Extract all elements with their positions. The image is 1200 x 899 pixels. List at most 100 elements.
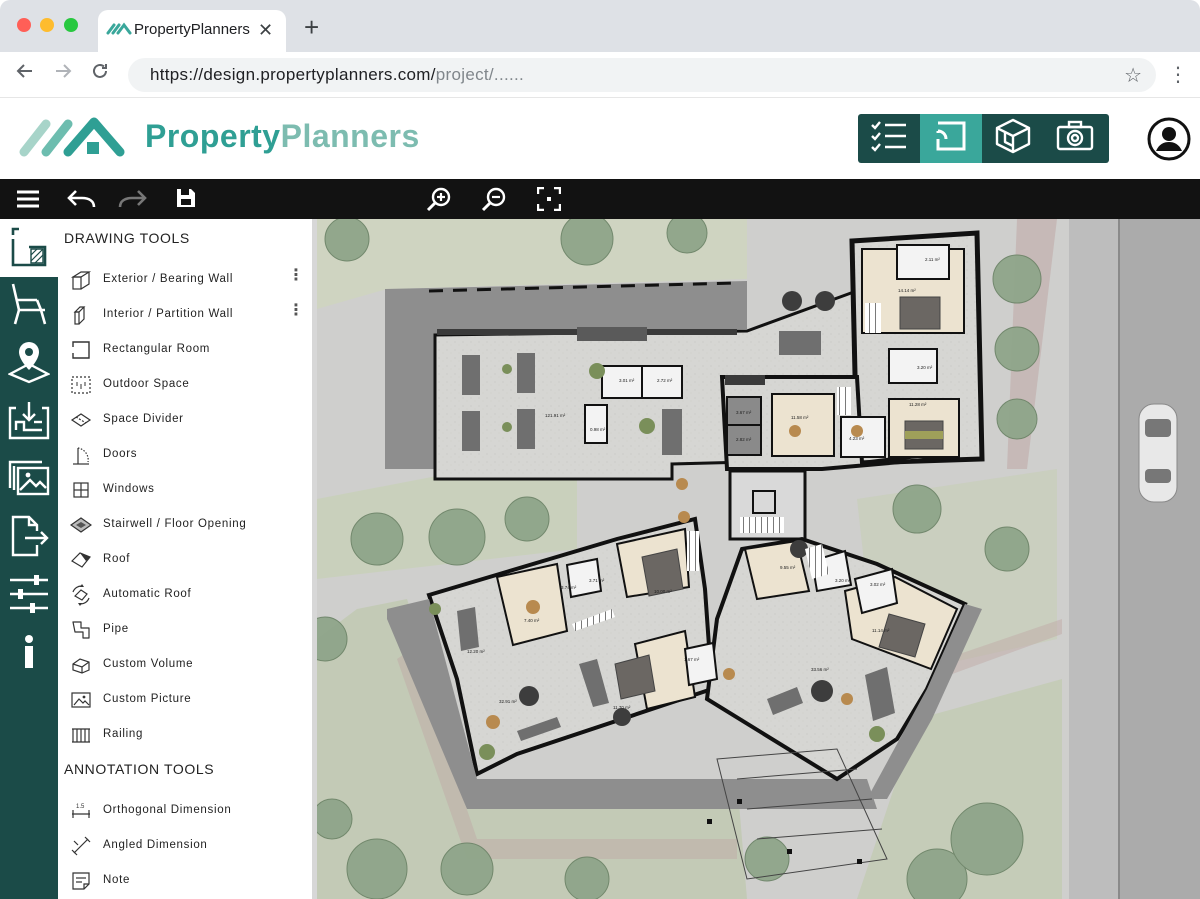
tool-interior-wall[interactable]: Interior / Partition Wall ⋮ — [70, 303, 310, 327]
interior-wall-icon — [70, 304, 92, 326]
rail-location-button[interactable] — [0, 335, 58, 393]
undo-icon[interactable] — [66, 187, 96, 216]
fit-screen-icon[interactable] — [536, 186, 562, 216]
window-maximize-button[interactable] — [64, 18, 78, 32]
back-arrow-icon[interactable] — [16, 62, 34, 84]
svg-text:121.91 m²: 121.91 m² — [545, 413, 566, 418]
bookmark-star-icon[interactable]: ☆ — [1124, 63, 1142, 88]
rail-furniture-button[interactable] — [0, 277, 58, 335]
camera-view-button[interactable] — [1044, 114, 1106, 163]
menu-icon[interactable] — [16, 187, 40, 216]
tool-space-divider[interactable]: Space Divider — [70, 408, 310, 432]
settings-sliders-icon — [8, 574, 50, 619]
tab-close-icon[interactable]: ✕ — [258, 20, 273, 41]
window-minimize-button[interactable] — [40, 18, 54, 32]
interior-wall-more-icon[interactable]: ⋮ — [288, 303, 304, 319]
rail-settings-button[interactable] — [0, 567, 58, 625]
tool-custom-picture[interactable]: Custom Picture — [70, 688, 310, 712]
forward-arrow-icon[interactable] — [54, 62, 72, 84]
exterior-wall-more-icon[interactable]: ⋮ — [288, 268, 304, 284]
export-icon — [9, 515, 49, 562]
camera-icon — [1055, 120, 1095, 157]
svg-text:2.11 m²: 2.11 m² — [925, 257, 940, 262]
editor-toolbar — [0, 179, 1200, 219]
rail-import-plan-button[interactable] — [0, 393, 58, 451]
reload-icon[interactable] — [91, 62, 109, 84]
browser-tab[interactable]: PropertyPlanners ✕ — [98, 10, 286, 52]
svg-text:3.67 m²: 3.67 m² — [736, 410, 752, 415]
tool-orthogonal-dimension[interactable]: 1.5 Orthogonal Dimension — [70, 799, 310, 823]
brand-logo-icon — [16, 116, 126, 163]
rail-images-button[interactable] — [0, 451, 58, 509]
new-tab-icon[interactable]: + — [304, 14, 319, 40]
custom-picture-icon — [70, 689, 92, 711]
tool-automatic-roof[interactable]: Automatic Roof — [70, 583, 310, 607]
rail-drawing-tools-button[interactable] — [0, 219, 58, 277]
rail-info-button[interactable] — [0, 625, 58, 683]
tool-exterior-wall[interactable]: Exterior / Bearing Wall ⋮ — [70, 268, 310, 292]
zoom-in-icon[interactable] — [426, 187, 452, 218]
floorplan-canvas[interactable]: 3.01 m² 2.72 m² 121.91 m² 0.98 m² 14.14 … — [317, 219, 1200, 899]
zoom-out-icon[interactable] — [481, 187, 507, 218]
svg-text:7.40 m²: 7.40 m² — [524, 618, 540, 623]
custom-volume-icon — [70, 654, 92, 676]
tool-windows[interactable]: Windows — [70, 478, 310, 502]
svg-text:3.71 m²: 3.71 m² — [589, 578, 605, 583]
door-icon — [70, 444, 92, 466]
tool-note[interactable]: Note — [70, 869, 310, 893]
address-bar[interactable]: https://design.propertyplanners.com/proj… — [128, 58, 1156, 92]
railing-icon — [70, 724, 92, 746]
svg-text:3.20 m²: 3.20 m² — [917, 365, 933, 370]
user-account-icon[interactable] — [1147, 117, 1191, 166]
redo-icon[interactable] — [118, 187, 148, 216]
tool-stairwell[interactable]: Stairwell / Floor Opening — [69, 513, 310, 537]
svg-text:1.67 m²: 1.67 m² — [684, 657, 700, 662]
tool-outdoor-space[interactable]: Outdoor Space — [70, 373, 310, 397]
tool-railing[interactable]: Railing — [70, 723, 310, 747]
checklist-view-button[interactable] — [858, 114, 920, 163]
tool-custom-volume[interactable]: Custom Volume — [70, 653, 310, 677]
location-icon — [7, 340, 51, 389]
note-icon — [70, 870, 92, 892]
drawing-tools-panel: DRAWING TOOLS Exterior / Bearing Wall ⋮ … — [58, 219, 317, 899]
cube-3d-view-button[interactable] — [982, 114, 1044, 163]
svg-text:11.58 m²: 11.58 m² — [791, 415, 809, 420]
browser-menu-icon[interactable]: ⋮ — [1168, 62, 1188, 87]
tool-angled-dimension[interactable]: Angled Dimension — [70, 834, 310, 858]
view-mode-switch — [858, 114, 1109, 163]
roof-icon — [70, 549, 92, 571]
svg-text:3.20 m²: 3.20 m² — [835, 578, 851, 583]
angled-dimension-icon — [70, 835, 92, 857]
url-text: https://design.propertyplanners.com/proj… — [150, 65, 525, 84]
tool-roof[interactable]: Roof — [70, 548, 310, 572]
info-icon — [22, 634, 36, 675]
save-icon[interactable] — [175, 187, 197, 214]
rectangular-room-icon — [70, 339, 92, 361]
app-header: PropertyPlanners — [0, 98, 1200, 179]
stairwell-icon — [69, 514, 93, 536]
window-close-button[interactable] — [17, 18, 31, 32]
left-icon-rail — [0, 219, 58, 899]
svg-text:3.01 m²: 3.01 m² — [619, 378, 635, 383]
browser-nav-bar: https://design.propertyplanners.com/proj… — [0, 52, 1200, 98]
images-icon — [8, 460, 50, 501]
rail-export-button[interactable] — [0, 509, 58, 567]
floorplan-drawing: 3.01 m² 2.72 m² 121.91 m² 0.98 m² 14.14 … — [317, 219, 1200, 899]
svg-text:14.14 m²: 14.14 m² — [898, 288, 916, 293]
svg-text:32.91 m²: 32.91 m² — [499, 699, 517, 704]
checklist-icon — [870, 119, 908, 158]
tab-favicon-icon — [106, 21, 132, 40]
svg-text:33.56 m²: 33.56 m² — [811, 667, 829, 672]
tool-doors[interactable]: Doors — [70, 443, 310, 467]
svg-text:2.72 m²: 2.72 m² — [657, 378, 673, 383]
tool-pipe[interactable]: Pipe — [70, 618, 310, 642]
svg-text:11.70 m²: 11.70 m² — [613, 705, 631, 710]
furniture-icon — [9, 282, 49, 331]
annotation-tools-heading: ANNOTATION TOOLS — [64, 761, 215, 777]
orthogonal-dimension-icon: 1.5 — [70, 800, 92, 822]
browser-tab-bar: PropertyPlanners ✕ + — [0, 0, 1200, 52]
floorplan-2d-view-button[interactable] — [920, 114, 982, 163]
window-icon — [70, 479, 92, 501]
tool-rectangular-room[interactable]: Rectangular Room — [70, 338, 310, 362]
car-icon — [1138, 403, 1178, 503]
